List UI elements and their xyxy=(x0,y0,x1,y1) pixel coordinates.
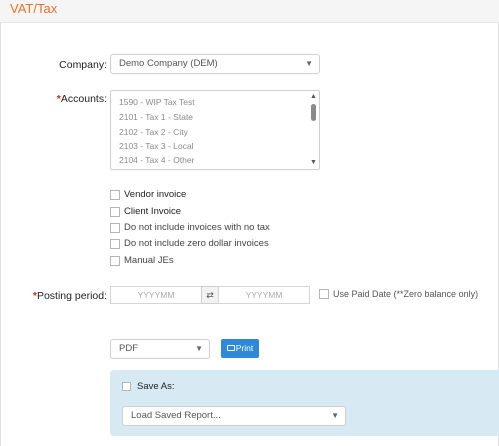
scroll-up-icon[interactable]: ▲ xyxy=(309,93,318,101)
page-header: VAT/Tax xyxy=(0,0,499,23)
load-saved-report-select[interactable]: Load Saved Report... ▼ xyxy=(122,406,346,426)
page-title: VAT/Tax xyxy=(10,1,58,16)
chevron-down-icon: ▼ xyxy=(331,411,339,420)
format-select-value: PDF xyxy=(119,343,138,354)
print-button[interactable]: Print xyxy=(221,339,259,358)
frame-border-left xyxy=(0,22,1,446)
printer-icon xyxy=(226,344,235,351)
chevron-down-icon: ▼ xyxy=(195,344,203,353)
accounts-option[interactable]: 1590 - WIP Tax Test xyxy=(119,97,195,107)
period-to-input[interactable]: YYYYMM xyxy=(218,286,310,304)
use-paid-date-checkbox[interactable] xyxy=(319,289,329,299)
accounts-listbox[interactable]: 1590 - WIP Tax Test 2101 - Tax 1 - State… xyxy=(110,90,320,170)
swap-arrows-icon[interactable]: ⇄ xyxy=(201,286,219,304)
scroll-down-icon[interactable]: ▼ xyxy=(309,159,318,167)
exclude-no-tax-checkbox[interactable] xyxy=(110,223,120,233)
accounts-label-text: Accounts: xyxy=(60,93,107,105)
manual-jes-label: Manual JEs xyxy=(124,255,174,266)
posting-period-label: *Posting period: xyxy=(5,290,107,302)
load-saved-report-value: Load Saved Report... xyxy=(131,410,221,421)
client-invoice-checkbox[interactable] xyxy=(110,207,120,217)
accounts-scrollbar[interactable]: ▲ ▼ xyxy=(309,92,318,168)
exclude-no-tax-label: Do not include invoices with no tax xyxy=(124,222,270,233)
chevron-down-icon: ▼ xyxy=(305,59,313,68)
format-select[interactable]: PDF ▼ xyxy=(110,339,210,359)
vendor-invoice-checkbox[interactable] xyxy=(110,190,120,200)
accounts-option[interactable]: 2103 - Tax 3 - Local xyxy=(119,141,194,151)
accounts-option[interactable]: 2102 - Tax 2 - City xyxy=(119,127,188,137)
company-label: Company: xyxy=(30,59,107,71)
accounts-option[interactable]: 2101 - Tax 1 - State xyxy=(119,112,193,122)
use-paid-date-label: Use Paid Date (**Zero balance only) xyxy=(333,289,479,299)
company-label-text: Company: xyxy=(59,59,107,71)
print-button-label: Print xyxy=(235,343,254,353)
company-select-value: Demo Company (DEM) xyxy=(119,58,218,69)
scrollbar-thumb[interactable] xyxy=(311,104,316,121)
client-invoice-label: Client Invoice xyxy=(124,206,182,217)
manual-jes-checkbox[interactable] xyxy=(110,256,120,266)
exclude-zero-dollar-checkbox[interactable] xyxy=(110,239,120,249)
vendor-invoice-label: Vendor invoice xyxy=(124,189,187,200)
period-from-input[interactable]: YYYYMM xyxy=(110,286,202,304)
exclude-zero-dollar-label: Do not include zero dollar invoices xyxy=(124,238,269,249)
posting-period-label-text: Posting period: xyxy=(36,290,107,302)
company-select[interactable]: Demo Company (DEM) ▼ xyxy=(110,54,320,74)
save-as-checkbox[interactable] xyxy=(122,382,131,391)
accounts-option[interactable]: 2104 - Tax 4 - Other xyxy=(119,155,194,165)
save-report-panel: Save As: Load Saved Report... ▼ xyxy=(110,370,499,436)
save-as-label: Save As: xyxy=(137,381,175,392)
accounts-label: *Accounts: xyxy=(30,93,107,105)
